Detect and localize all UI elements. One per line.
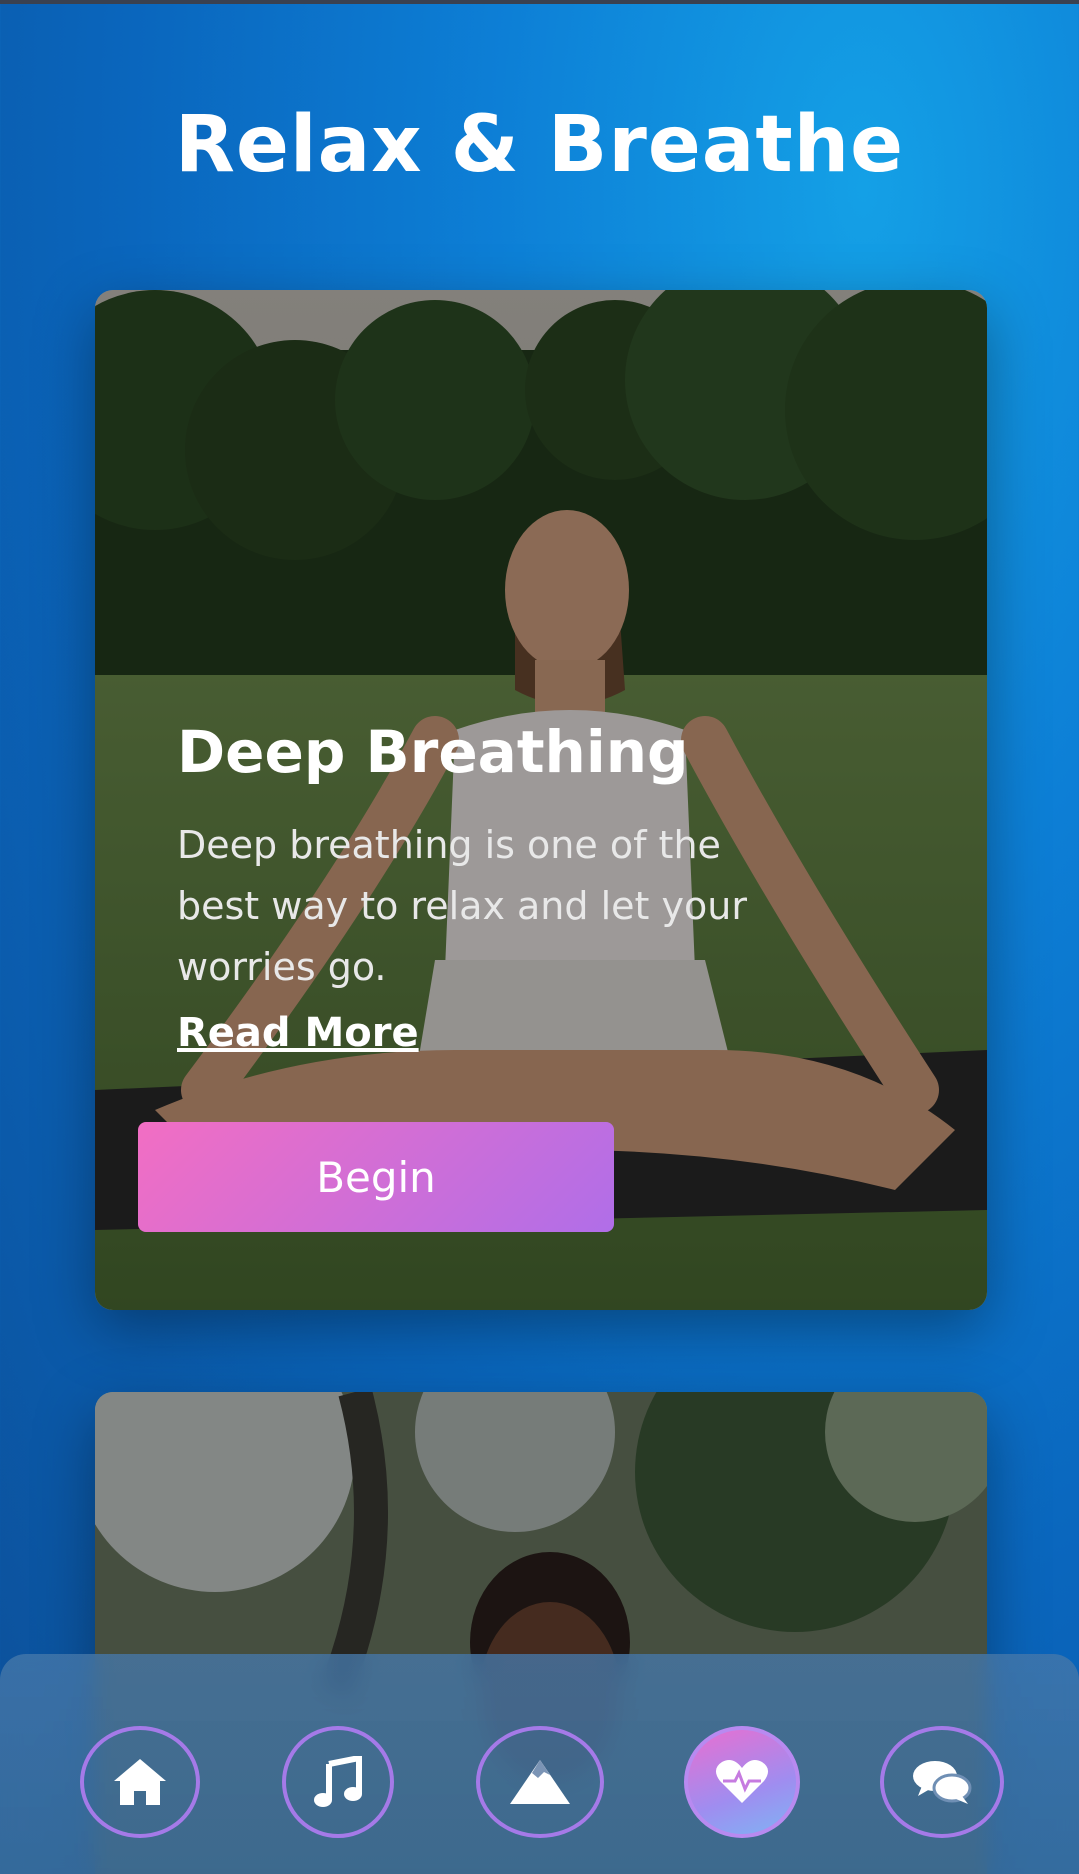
heartbeat-icon xyxy=(715,1760,769,1803)
card-description: Deep breathing is one of the best way to… xyxy=(177,823,747,989)
nav-heartbeat-button[interactable] xyxy=(684,1726,800,1838)
nav-chat-button[interactable] xyxy=(880,1726,1004,1838)
nav-mountain-button[interactable] xyxy=(476,1726,604,1838)
chat-icon xyxy=(913,1761,972,1804)
bottom-navigation xyxy=(0,1654,1079,1874)
page-title: Relax & Breathe xyxy=(174,100,905,190)
read-more-link[interactable]: Read More xyxy=(177,1010,419,1056)
music-icon xyxy=(314,1756,362,1807)
nav-home-button[interactable] xyxy=(80,1726,200,1838)
begin-button[interactable]: Begin xyxy=(138,1122,614,1232)
nav-music-button[interactable] xyxy=(282,1726,394,1838)
home-icon xyxy=(114,1759,166,1805)
card-title: Deep Breathing xyxy=(177,718,689,786)
card-deep-breathing: Deep Breathing Deep breathing is one of … xyxy=(95,290,987,1310)
status-strip xyxy=(0,0,1079,4)
mountain-icon xyxy=(510,1760,570,1804)
